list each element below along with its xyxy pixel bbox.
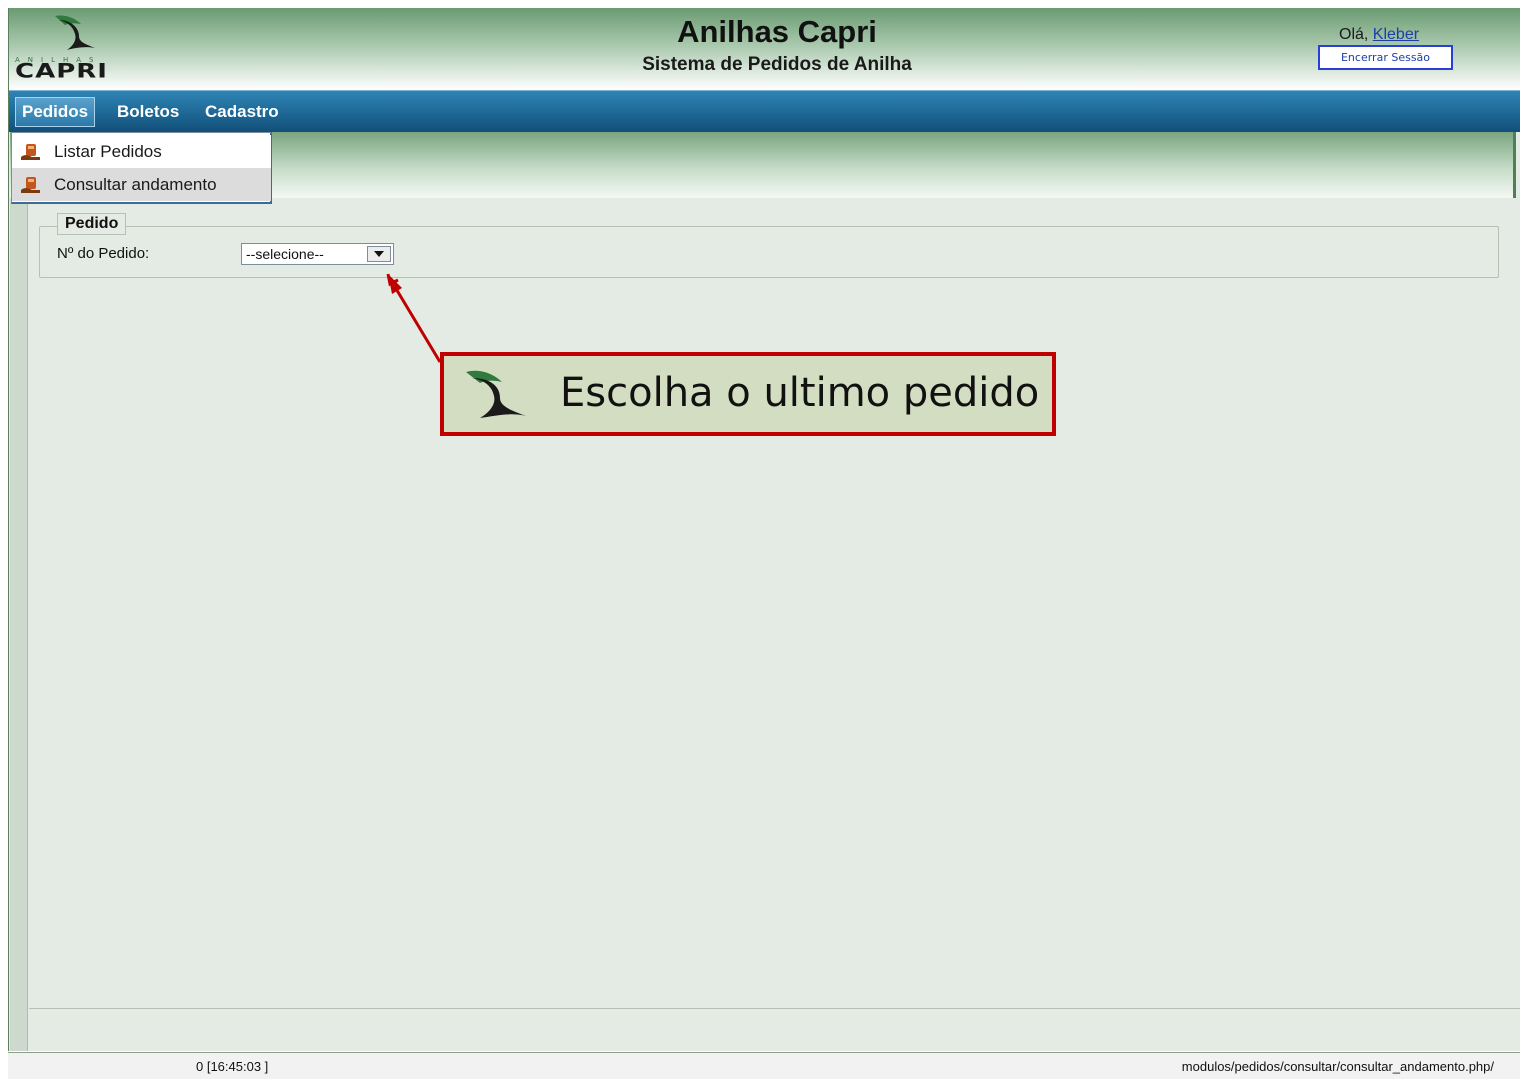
status-time: 0 [16:45:03 ] [196,1059,269,1074]
order-icon [21,144,40,160]
order-number-label: Nº do Pedido: [57,245,150,262]
status-bar: 0 [16:45:03 ] modulos/pedidos/consultar/… [8,1052,1520,1079]
menu-item-cadastro[interactable]: Cadastro [199,97,285,127]
page-subtitle: Sistema de Pedidos de Anilha [642,54,912,75]
app-window: ANILHAS CAPRI Anilhas Capri Sistema de P… [8,8,1520,1051]
pedidos-dropdown-menu: Listar Pedidos Consultar andamento [11,132,272,204]
chevron-down-icon [374,251,384,257]
select-arrow-button[interactable] [367,246,391,262]
content-footer [29,1009,1520,1051]
order-icon [21,177,40,193]
page-title: Anilhas Capri [677,14,877,49]
tutorial-callout: Escolha o ultimo pedido [440,352,1056,436]
dropdown-item-label: Consultar andamento [54,175,217,194]
main-menu-bar: Pedidos Boletos Cadastro [9,90,1520,132]
callout-text: Escolha o ultimo pedido [560,370,1040,416]
user-greeting: Olá, Kleber [1339,26,1419,44]
app-header: ANILHAS CAPRI Anilhas Capri Sistema de P… [9,8,1520,90]
bird-logo-icon [466,370,526,418]
dropdown-item-consultar-andamento[interactable]: Consultar andamento [12,168,271,201]
select-value: --selecione-- [246,246,324,262]
status-path: modulos/pedidos/consultar/consultar_anda… [1181,1059,1494,1074]
fieldset-legend: Pedido [57,213,127,235]
order-number-select[interactable]: --selecione-- [241,243,394,265]
menu-item-boletos[interactable]: Boletos [111,97,185,127]
dropdown-item-label: Listar Pedidos [54,142,162,161]
dropdown-item-listar-pedidos[interactable]: Listar Pedidos [12,135,271,168]
greeting-prefix: Olá, [1339,26,1373,43]
logout-button[interactable]: Encerrar Sessão [1318,45,1453,70]
left-rail [10,198,28,1051]
user-name-link[interactable]: Kleber [1373,26,1419,43]
menu-item-pedidos[interactable]: Pedidos [15,97,96,127]
